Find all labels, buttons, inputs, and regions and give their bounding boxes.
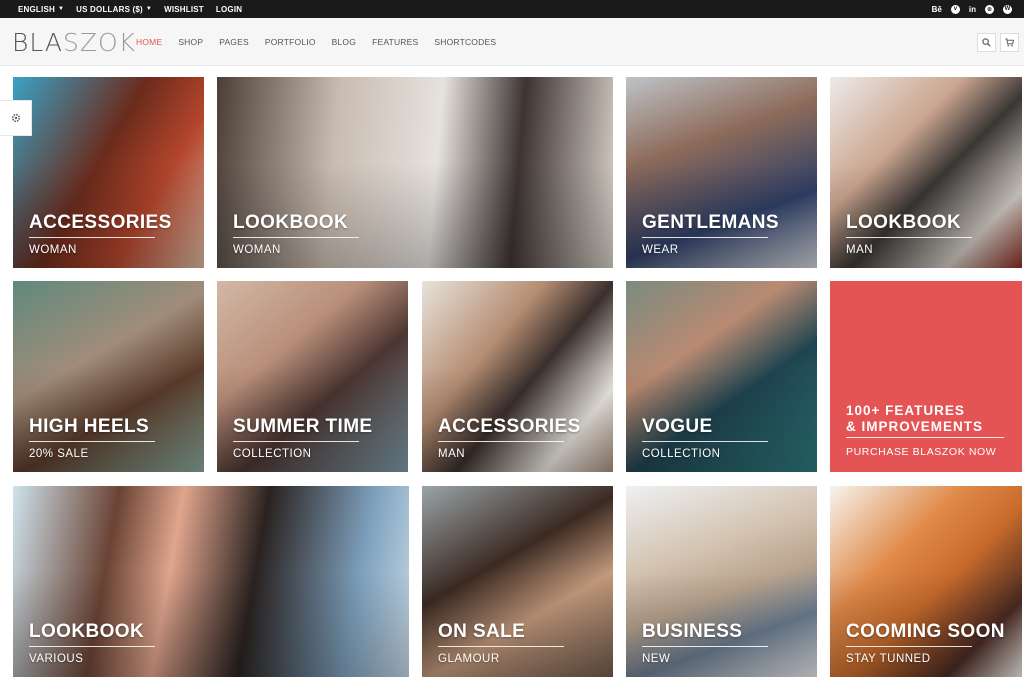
site-logo[interactable]: BLASZOK bbox=[12, 28, 136, 57]
tile-lookbook-man[interactable]: LOOKBOOK MAN bbox=[830, 77, 1022, 268]
tile-subtitle: WOMAN bbox=[29, 244, 77, 256]
nav-shop[interactable]: SHOP bbox=[178, 37, 203, 47]
tile-title: ACCESSORIES bbox=[29, 212, 172, 233]
chevron-down-icon: ▼ bbox=[57, 6, 65, 12]
nav-blog[interactable]: BLOG bbox=[332, 37, 356, 47]
tile-subtitle: 20% SALE bbox=[29, 448, 89, 460]
tile-high-heels[interactable]: HIGH HEELS 20% SALE bbox=[13, 281, 204, 472]
behance-icon[interactable]: Bē bbox=[932, 5, 942, 14]
site-header: BLASZOK HOME SHOP PAGES PORTFOLIO BLOG F… bbox=[0, 18, 1024, 66]
tile-lookbook-woman[interactable]: LOOKBOOK WOMAN bbox=[217, 77, 613, 268]
tile-title: COOMING SOON bbox=[846, 621, 1005, 642]
tile-subtitle: WOMAN bbox=[233, 244, 281, 256]
tile-accessories-woman[interactable]: ACCESSORIES WOMAN bbox=[13, 77, 204, 268]
tile-subtitle: WEAR bbox=[642, 244, 679, 256]
nav-shortcodes[interactable]: SHORTCODES bbox=[434, 37, 496, 47]
top-bar: ENGLISH ▼ US DOLLARS ($) ▼ WISHLIST LOGIN … bbox=[0, 0, 1024, 18]
purchase-link[interactable]: PURCHASE BLASZOK NOW bbox=[846, 446, 996, 458]
tile-subtitle: VARIOUS bbox=[29, 653, 84, 665]
tile-business[interactable]: BUSINESS NEW bbox=[626, 486, 817, 677]
settings-toggle[interactable] bbox=[0, 100, 32, 136]
promo-tile[interactable]: 100+ FEATURES & IMPROVEMENTS PURCHASE BL… bbox=[830, 281, 1022, 472]
tile-title: LOOKBOOK bbox=[846, 212, 962, 233]
currency-selector[interactable]: US DOLLARS ($) ▼ bbox=[76, 5, 152, 14]
tile-title: LOOKBOOK bbox=[233, 212, 349, 233]
tile-subtitle: COLLECTION bbox=[642, 448, 721, 460]
tile-gentlemans-wear[interactable]: GENTLEMANS WEAR bbox=[626, 77, 817, 268]
nav-home[interactable]: HOME bbox=[136, 37, 162, 47]
gear-icon bbox=[11, 113, 20, 123]
tile-title: LOOKBOOK bbox=[29, 621, 145, 642]
nav-pages[interactable]: PAGES bbox=[219, 37, 249, 47]
linkedin-icon[interactable]: in bbox=[969, 5, 976, 14]
tile-summer-time[interactable]: SUMMER TIME COLLECTION bbox=[217, 281, 408, 472]
search-button[interactable] bbox=[977, 33, 996, 52]
nav-features[interactable]: FEATURES bbox=[372, 37, 418, 47]
tile-subtitle: MAN bbox=[846, 244, 874, 256]
tile-title: VOGUE bbox=[642, 416, 713, 437]
wishlist-link[interactable]: WISHLIST bbox=[164, 5, 204, 14]
tile-subtitle: GLAMOUR bbox=[438, 653, 500, 665]
promo-title: 100+ FEATURES & IMPROVEMENTS bbox=[846, 403, 984, 434]
tile-on-sale[interactable]: ON SALE GLAMOUR bbox=[422, 486, 613, 677]
nav-portfolio[interactable]: PORTFOLIO bbox=[265, 37, 316, 47]
main-nav: HOME SHOP PAGES PORTFOLIO BLOG FEATURES … bbox=[136, 18, 496, 66]
dribbble-icon[interactable]: ⊛ bbox=[985, 4, 994, 14]
tile-subtitle: MAN bbox=[438, 448, 466, 460]
login-link[interactable]: LOGIN bbox=[216, 5, 242, 14]
cart-button[interactable] bbox=[1000, 33, 1019, 52]
tile-lookbook-various[interactable]: LOOKBOOK VARIOUS bbox=[13, 486, 409, 677]
tile-title: BUSINESS bbox=[642, 621, 743, 642]
search-icon bbox=[982, 38, 991, 47]
tile-title: SUMMER TIME bbox=[233, 416, 373, 437]
tile-subtitle: COLLECTION bbox=[233, 448, 312, 460]
tile-coming-soon[interactable]: COOMING SOON STAY TUNNED bbox=[830, 486, 1022, 677]
tile-title: ACCESSORIES bbox=[438, 416, 581, 437]
wordpress-icon[interactable]: W bbox=[1003, 4, 1012, 14]
tile-subtitle: STAY TUNNED bbox=[846, 653, 931, 665]
tile-accessories-man[interactable]: ACCESSORIES MAN bbox=[422, 281, 613, 472]
tile-subtitle: NEW bbox=[642, 653, 671, 665]
social-links: Bē v in ⊛ W bbox=[932, 0, 1012, 18]
language-selector[interactable]: ENGLISH ▼ bbox=[18, 5, 64, 14]
tile-title: HIGH HEELS bbox=[29, 416, 150, 437]
cart-icon bbox=[1005, 38, 1014, 47]
vimeo-icon[interactable]: v bbox=[950, 4, 960, 14]
chevron-down-icon: ▼ bbox=[145, 6, 153, 12]
tile-title: GENTLEMANS bbox=[642, 212, 779, 233]
tile-title: ON SALE bbox=[438, 621, 526, 642]
tile-vogue-collection[interactable]: VOGUE COLLECTION bbox=[626, 281, 817, 472]
